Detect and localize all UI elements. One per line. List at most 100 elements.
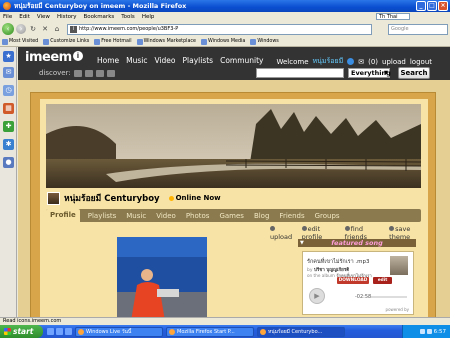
avatar[interactable] <box>47 191 60 205</box>
save-icon <box>389 226 395 231</box>
discover-home-icon[interactable] <box>73 69 82 77</box>
upload-link[interactable]: upload <box>382 58 406 66</box>
online-status-text: Online Now <box>175 194 221 202</box>
nav-music[interactable]: Music <box>126 56 147 65</box>
bookmark-icon <box>2 38 8 45</box>
site-favicon: i <box>70 25 77 33</box>
globe-icon[interactable] <box>347 58 355 65</box>
menu-file[interactable]: File <box>3 14 12 20</box>
chevron-down-icon: ▼ <box>384 70 388 76</box>
minimize-button[interactable]: _ <box>416 1 426 11</box>
menu-tools[interactable]: Tools <box>121 14 135 20</box>
start-button[interactable]: start <box>0 325 43 338</box>
logout-link[interactable]: logout <box>410 58 432 66</box>
album-thumbnail[interactable] <box>390 256 408 275</box>
username-link[interactable]: หนุ่มร้อยมี <box>313 56 344 67</box>
bookmark-free-hotmail[interactable]: Free Hotmail <box>94 38 132 45</box>
tab-music[interactable]: Music <box>124 212 148 220</box>
play-button[interactable]: ▶ <box>309 288 325 304</box>
search-scope-select[interactable]: Everything ▼ <box>348 68 391 78</box>
bookmark-most-visited[interactable]: Most Visited <box>2 38 38 45</box>
menu-view[interactable]: View <box>37 14 50 20</box>
sidebar-bookmarks-icon[interactable]: ★ <box>3 51 14 62</box>
bookmark-windows-marketplace[interactable]: Windows Marketplace <box>136 38 196 45</box>
task-label: Mozilla Firefox Start P... <box>177 328 235 335</box>
site-search-input[interactable] <box>256 68 344 78</box>
close-button[interactable]: × <box>438 1 448 11</box>
bookmark-icon <box>136 38 143 45</box>
sidebar-mail-icon[interactable]: ✉ <box>3 67 14 78</box>
sidebar-gear-icon[interactable]: ✱ <box>3 139 14 150</box>
tray-volume-icon[interactable] <box>426 329 432 334</box>
taskbar-item-imeem[interactable]: หนุ่มร้อยมี Centurybo... <box>257 326 345 337</box>
tab-profile[interactable]: Profile <box>46 209 80 222</box>
quicklaunch-ie-icon[interactable] <box>47 328 54 335</box>
system-tray: 6:57 <box>402 325 450 338</box>
sidebar-info-icon[interactable]: ● <box>3 157 14 168</box>
search-button[interactable]: Search <box>398 67 430 79</box>
taskbar-item-windows-live[interactable]: Windows Live วันนี้ <box>75 326 163 337</box>
imeem-logo[interactable]: imeem i <box>25 50 83 65</box>
nav-playlists[interactable]: Playlists <box>183 56 214 65</box>
tab-blog[interactable]: Blog <box>252 212 271 220</box>
quicklaunch-desktop-icon[interactable] <box>56 328 63 335</box>
menubar: File Edit View History Bookmarks Tools H… <box>0 12 450 21</box>
pencil-icon <box>301 226 307 231</box>
nav-video[interactable]: Video <box>155 56 176 65</box>
upload-icon <box>270 226 275 231</box>
address-bar[interactable]: i http://www.imeem.com/people/u3BF3-P <box>67 23 372 35</box>
sidebar-calendar-icon[interactable]: ▦ <box>3 103 14 114</box>
task-label: หนุ่มร้อยมี Centurybo... <box>268 328 323 335</box>
taskbar-item-firefox-start[interactable]: Mozilla Firefox Start P... <box>166 326 254 337</box>
action-upload[interactable]: upload <box>270 225 295 241</box>
tray-network-icon[interactable] <box>419 329 425 334</box>
nav-home[interactable]: Home <box>97 56 119 65</box>
windows-taskbar: start Windows Live วันนี้ Mozilla Firefo… <box>0 325 450 338</box>
menu-edit[interactable]: Edit <box>19 14 30 20</box>
bookmark-windows-media[interactable]: Windows Media <box>200 38 245 45</box>
menu-bookmarks[interactable]: Bookmarks <box>84 14 115 20</box>
profile-tabs: Profile Playlists Music Video Photos Gam… <box>46 209 421 222</box>
tab-friends[interactable]: Friends <box>277 212 306 220</box>
tab-games[interactable]: Games <box>217 212 246 220</box>
download-button[interactable]: DOWNLOAD <box>337 277 369 284</box>
maximize-button[interactable]: □ <box>427 1 437 11</box>
clock: 6:57 <box>433 328 446 335</box>
sidebar-puzzle-icon[interactable]: ✚ <box>3 121 14 132</box>
featured-song-header: ▼ featured song <box>298 239 416 247</box>
bookmark-label: Windows <box>257 39 279 44</box>
featured-song-title: featured song <box>331 239 383 247</box>
profile-photo[interactable] <box>117 237 207 317</box>
window-title: หนุ่มร้อยมี Centuryboy on imeem - Mozill… <box>14 2 187 10</box>
discover-bar: discover: <box>39 69 115 77</box>
sidebar-history-icon[interactable]: ◷ <box>3 85 14 96</box>
back-button[interactable]: ‹ <box>2 23 14 35</box>
progress-bar[interactable] <box>371 296 407 298</box>
message-count[interactable]: (0) <box>368 58 378 66</box>
menu-help[interactable]: Help <box>142 14 155 20</box>
inbox-icon[interactable]: ✉ <box>358 58 364 66</box>
bookmark-windows[interactable]: Windows <box>250 38 279 45</box>
language-selector[interactable]: Th Thai <box>376 13 410 20</box>
song-title[interactable]: รักคนที่เขาไม่รักเรา .mp3 <box>307 258 370 266</box>
navigation-toolbar: ‹ › ↻ ✕ ⌂ i http://www.imeem.com/people/… <box>0 21 450 37</box>
stop-icon[interactable]: ✕ <box>40 24 50 34</box>
browser-search-input[interactable]: Google <box>388 23 448 35</box>
nav-community[interactable]: Community <box>220 56 263 65</box>
edit-button[interactable]: edit <box>373 277 392 284</box>
reload-icon[interactable]: ↻ <box>28 24 38 34</box>
menu-history[interactable]: History <box>57 14 77 20</box>
forward-button[interactable]: › <box>16 24 26 34</box>
discover-photo-icon[interactable] <box>106 69 115 77</box>
home-icon[interactable]: ⌂ <box>52 24 62 34</box>
tab-playlists[interactable]: Playlists <box>86 212 119 220</box>
tab-photos[interactable]: Photos <box>184 212 212 220</box>
bookmark-customize-links[interactable]: Customize Links <box>43 38 89 45</box>
discover-music-icon[interactable] <box>95 69 104 77</box>
tab-groups[interactable]: Groups <box>313 212 342 220</box>
status-text: Read icons.imeem.com <box>3 318 62 324</box>
discover-people-icon[interactable] <box>84 69 93 77</box>
quicklaunch-media-icon[interactable] <box>65 328 72 335</box>
tab-video[interactable]: Video <box>154 212 178 220</box>
online-status: Online Now <box>168 194 221 202</box>
